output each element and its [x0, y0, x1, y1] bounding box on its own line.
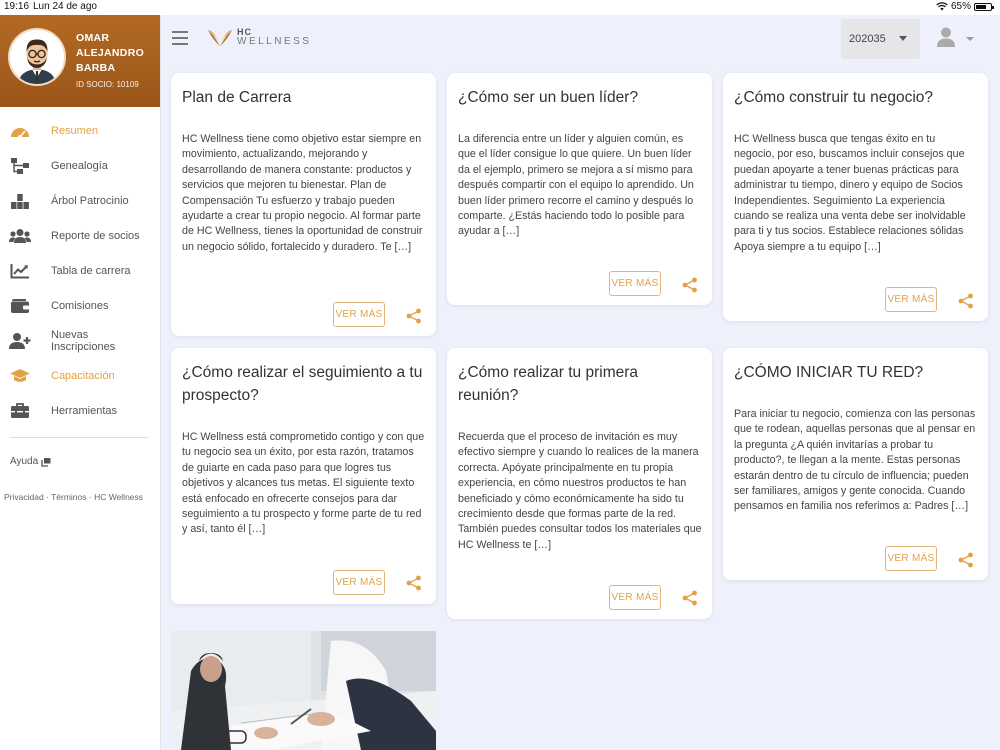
battery-percent: 65%: [950, 1, 971, 12]
article-card: ¿Cómo construir tu negocio? HC Wellness …: [723, 73, 988, 321]
chevron-down-icon: [966, 37, 974, 41]
sidebar-menu: Resumen Genealogía Árbol Patrocinio Repo…: [0, 113, 160, 428]
profile-header: OMAR ALEJANDRO BARBA ID SOCIO: 10109: [0, 15, 160, 107]
sidebar-item-herramientas[interactable]: Herramientas: [0, 393, 160, 428]
share-icon[interactable]: [406, 575, 422, 591]
sidebar-item-label: Capacitación: [51, 369, 115, 382]
card-title: ¿CÓMO INICIAR TU RED?: [734, 364, 924, 381]
share-icon[interactable]: [682, 277, 698, 293]
sidebar-item-tabla-carrera[interactable]: Tabla de carrera: [0, 253, 160, 288]
gauge-icon: [9, 122, 31, 140]
article-card: ¿Cómo realizar el seguimiento a tu prosp…: [171, 348, 436, 604]
hierarchy-icon: [9, 157, 31, 175]
top-bar: HC WELLNESS 202035: [160, 15, 1000, 62]
status-date: Lun 24 de ago: [33, 1, 97, 12]
share-icon[interactable]: [406, 308, 422, 324]
logo-mark-icon: [208, 30, 232, 46]
article-card: ¿Cómo realizar tu primera reunión? Recue…: [447, 348, 712, 619]
logo-text-wellness: WELLNESS: [237, 36, 312, 47]
user-menu[interactable]: [937, 27, 977, 51]
article-card: ¿CÓMO INICIAR TU RED? Para iniciar tu ne…: [723, 348, 988, 580]
status-time: 19:16: [4, 1, 30, 12]
sidebar-item-resumen[interactable]: Resumen: [0, 113, 160, 148]
read-more-button[interactable]: VER MÁS: [885, 546, 937, 571]
sidebar: OMAR ALEJANDRO BARBA ID SOCIO: 10109 Res…: [0, 15, 161, 750]
article-image[interactable]: [171, 631, 436, 750]
card-excerpt: Para iniciar tu negocio, comienza con la…: [734, 408, 976, 513]
hc-wellness-logo[interactable]: HC WELLNESS: [207, 28, 311, 48]
profile-name: OMAR ALEJANDRO BARBA: [76, 32, 145, 74]
sidebar-item-arbol-patrocinio[interactable]: Árbol Patrocinio: [0, 183, 160, 218]
period-select[interactable]: 202035: [841, 19, 920, 59]
share-icon[interactable]: [682, 590, 698, 606]
user-plus-icon: [9, 332, 31, 350]
sidebar-item-label: Nuevas Inscripciones: [51, 328, 116, 353]
share-icon[interactable]: [958, 552, 974, 568]
card-excerpt: HC Wellness tiene como objetivo estar si…: [182, 133, 423, 253]
read-more-button[interactable]: VER MÁS: [333, 302, 385, 327]
card-title: Plan de Carrera: [182, 89, 292, 106]
sidebar-item-label: Reporte de socios: [51, 229, 140, 242]
avatar[interactable]: [8, 28, 66, 86]
sidebar-item-label: Tabla de carrera: [51, 264, 131, 277]
share-icon[interactable]: [958, 293, 974, 309]
wifi-icon: [936, 2, 948, 11]
card-excerpt: HC Wellness está comprometido contigo y …: [182, 431, 425, 536]
sidebar-item-genealogia[interactable]: Genealogía: [0, 148, 160, 183]
card-title: ¿Cómo realizar el seguimiento a tu prosp…: [182, 364, 423, 404]
sidebar-item-label: Comisiones: [51, 299, 109, 312]
sidebar-item-label: Resumen: [51, 124, 99, 137]
sidebar-divider: [10, 437, 148, 438]
read-more-button[interactable]: VER MÁS: [609, 271, 661, 296]
sidebar-item-capacitacion[interactable]: Capacitación: [0, 358, 160, 393]
footer-links[interactable]: Privacidad · Términos · HC Wellness: [4, 492, 143, 502]
status-bar: 19:16 Lun 24 de ago 65%: [0, 0, 1000, 15]
read-more-button[interactable]: VER MÁS: [885, 287, 937, 312]
user-icon: [937, 27, 955, 47]
status-right: 65%: [936, 1, 994, 12]
article-card: Plan de Carrera HC Wellness tiene como o…: [171, 73, 436, 336]
card-title: ¿Cómo ser un buen líder?: [458, 89, 639, 106]
period-value: 202035: [849, 33, 886, 45]
card-title: ¿Cómo realizar tu primera reunión?: [458, 364, 639, 404]
profile-id: ID SOCIO: 10109: [76, 80, 139, 89]
graduation-cap-icon: [9, 367, 31, 385]
sidebar-item-comisiones[interactable]: Comisiones: [0, 288, 160, 323]
sidebar-item-label: Genealogía: [51, 159, 108, 172]
help-link[interactable]: Ayuda: [10, 456, 51, 467]
card-excerpt: HC Wellness busca que tengas éxito en tu…: [734, 133, 966, 253]
group-icon: [9, 227, 31, 245]
help-label: Ayuda: [10, 456, 39, 467]
external-window-icon: [41, 457, 51, 467]
sidebar-item-label: Herramientas: [51, 404, 118, 417]
read-more-button[interactable]: VER MÁS: [609, 585, 661, 610]
sidebar-item-reporte-socios[interactable]: Reporte de socios: [0, 218, 160, 253]
card-excerpt: La diferencia entre un líder y alguien c…: [458, 133, 694, 238]
wallet-icon: [9, 297, 31, 315]
sidebar-item-label: Árbol Patrocinio: [51, 194, 129, 207]
read-more-button[interactable]: VER MÁS: [333, 570, 385, 595]
chart-line-icon: [9, 262, 31, 280]
article-card: ¿Cómo ser un buen líder? La diferencia e…: [447, 73, 712, 305]
blocks-icon: [9, 192, 31, 210]
card-excerpt: Recuerda que el proceso de invitación es…: [458, 431, 702, 551]
battery-icon: [974, 2, 994, 11]
chevron-down-icon: [899, 36, 907, 41]
toolbox-icon: [9, 402, 31, 420]
card-title: ¿Cómo construir tu negocio?: [734, 89, 934, 106]
sidebar-item-nuevas-inscripciones[interactable]: Nuevas Inscripciones: [0, 323, 160, 358]
hamburger-menu-icon[interactable]: [172, 31, 188, 45]
